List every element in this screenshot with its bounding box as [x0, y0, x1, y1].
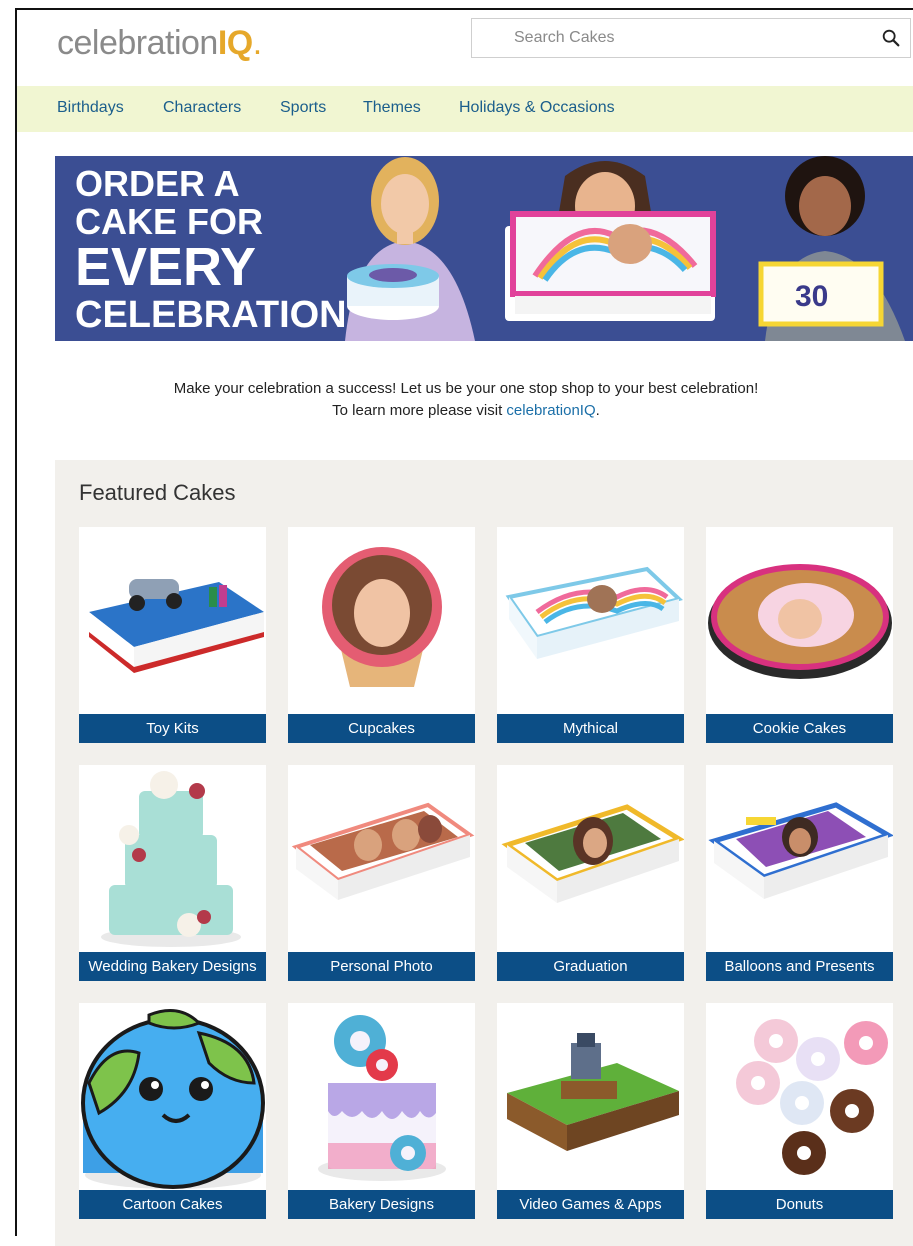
card-label: Video Games & Apps — [497, 1190, 684, 1219]
hero-banner[interactable]: ORDER A CAKE FOR EVERY CELEBRATION! 30 — [55, 156, 913, 341]
card-cupcakes[interactable]: Cupcakes — [288, 527, 475, 743]
balloons-and-presents-image — [708, 802, 893, 899]
card-donuts[interactable]: Donuts — [706, 1003, 893, 1219]
nav-characters[interactable]: Characters — [163, 99, 241, 117]
card-label: Cookie Cakes — [706, 714, 893, 743]
cartoon-cakes-image — [81, 1009, 265, 1189]
card-label: Cupcakes — [288, 714, 475, 743]
search-box[interactable] — [471, 18, 911, 58]
cookie-cakes-image — [708, 564, 892, 679]
featured-title: Featured Cakes — [79, 480, 236, 505]
banner-line-4: CELEBRATION! — [75, 294, 360, 336]
intro-line-2: To learn more please visit celebrationIQ… — [17, 400, 913, 422]
donuts-image — [736, 1019, 888, 1175]
intro-line-2-prefix: To learn more please visit — [332, 402, 507, 419]
category-nav: Birthdays Characters Sports Themes Holid… — [17, 86, 913, 132]
intro-line-1: Make your celebration a success! Let us … — [173, 380, 759, 397]
card-label: Graduation — [497, 952, 684, 981]
banner-line-3: EVERY — [75, 237, 257, 297]
card-video-games-apps[interactable]: Video Games & Apps — [497, 1003, 684, 1219]
logo-accent: IQ — [217, 24, 253, 62]
card-bakery-designs[interactable]: Bakery Designs — [288, 1003, 475, 1219]
card-wedding-bakery-designs[interactable]: Wedding Bakery Designs — [79, 765, 266, 981]
nav-sports[interactable]: Sports — [280, 99, 326, 117]
banner-cake-number: 30 — [795, 280, 828, 313]
card-label: Bakery Designs — [288, 1190, 475, 1219]
graduation-image — [501, 804, 684, 903]
banner-line-1: ORDER A — [75, 163, 240, 204]
logo[interactable]: celebrationIQ. — [57, 24, 262, 63]
cupcakes-image — [322, 547, 442, 687]
card-mythical[interactable]: Mythical — [497, 527, 684, 743]
banner-headline: ORDER A CAKE FOR EVERY CELEBRATION! — [75, 163, 360, 336]
banner-line-2: CAKE FOR — [75, 201, 263, 242]
nav-themes[interactable]: Themes — [363, 99, 421, 117]
card-label: Cartoon Cakes — [79, 1190, 266, 1219]
intro-line-2-suffix: . — [595, 402, 600, 419]
search-input[interactable] — [512, 28, 856, 48]
personal-photo-image — [291, 802, 475, 900]
card-personal-photo[interactable]: Personal Photo — [288, 765, 475, 981]
banner-photo-woman-round-cake — [345, 157, 475, 341]
banner-photo-girl-unicorn-cake — [505, 161, 716, 321]
video-games-apps-image — [507, 1033, 679, 1151]
card-cartoon-cakes[interactable]: Cartoon Cakes — [79, 1003, 266, 1219]
card-label: Personal Photo — [288, 952, 475, 981]
toy-kits-image — [89, 579, 264, 673]
bakery-designs-image — [318, 1015, 446, 1181]
intro-text: Make your celebration a success! Let us … — [17, 378, 913, 422]
nav-birthdays[interactable]: Birthdays — [57, 99, 124, 117]
card-label: Donuts — [706, 1190, 893, 1219]
card-toy-kits[interactable]: Toy Kits — [79, 527, 266, 743]
card-label: Toy Kits — [79, 714, 266, 743]
card-label: Balloons and Presents — [706, 952, 893, 981]
banner-photo-woman-30-cake: 30 — [758, 156, 905, 341]
card-balloons-and-presents[interactable]: Balloons and Presents — [706, 765, 893, 981]
search-icon[interactable] — [880, 27, 902, 49]
celebrationiq-link[interactable]: celebrationIQ — [506, 402, 595, 419]
page-frame: celebrationIQ. Birthdays Characters Spor… — [15, 8, 913, 1246]
wedding-bakery-designs-image — [101, 771, 241, 947]
card-label: Mythical — [497, 714, 684, 743]
mythical-image — [505, 566, 683, 659]
card-graduation[interactable]: Graduation — [497, 765, 684, 981]
card-label: Wedding Bakery Designs — [79, 952, 266, 981]
logo-text: celebration — [57, 24, 218, 62]
card-cookie-cakes[interactable]: Cookie Cakes — [706, 527, 893, 743]
nav-holidays-occasions[interactable]: Holidays & Occasions — [459, 99, 615, 117]
featured-cakes-section: Featured Cakes Toy Kits Cupcakes Mythica… — [55, 460, 913, 1246]
